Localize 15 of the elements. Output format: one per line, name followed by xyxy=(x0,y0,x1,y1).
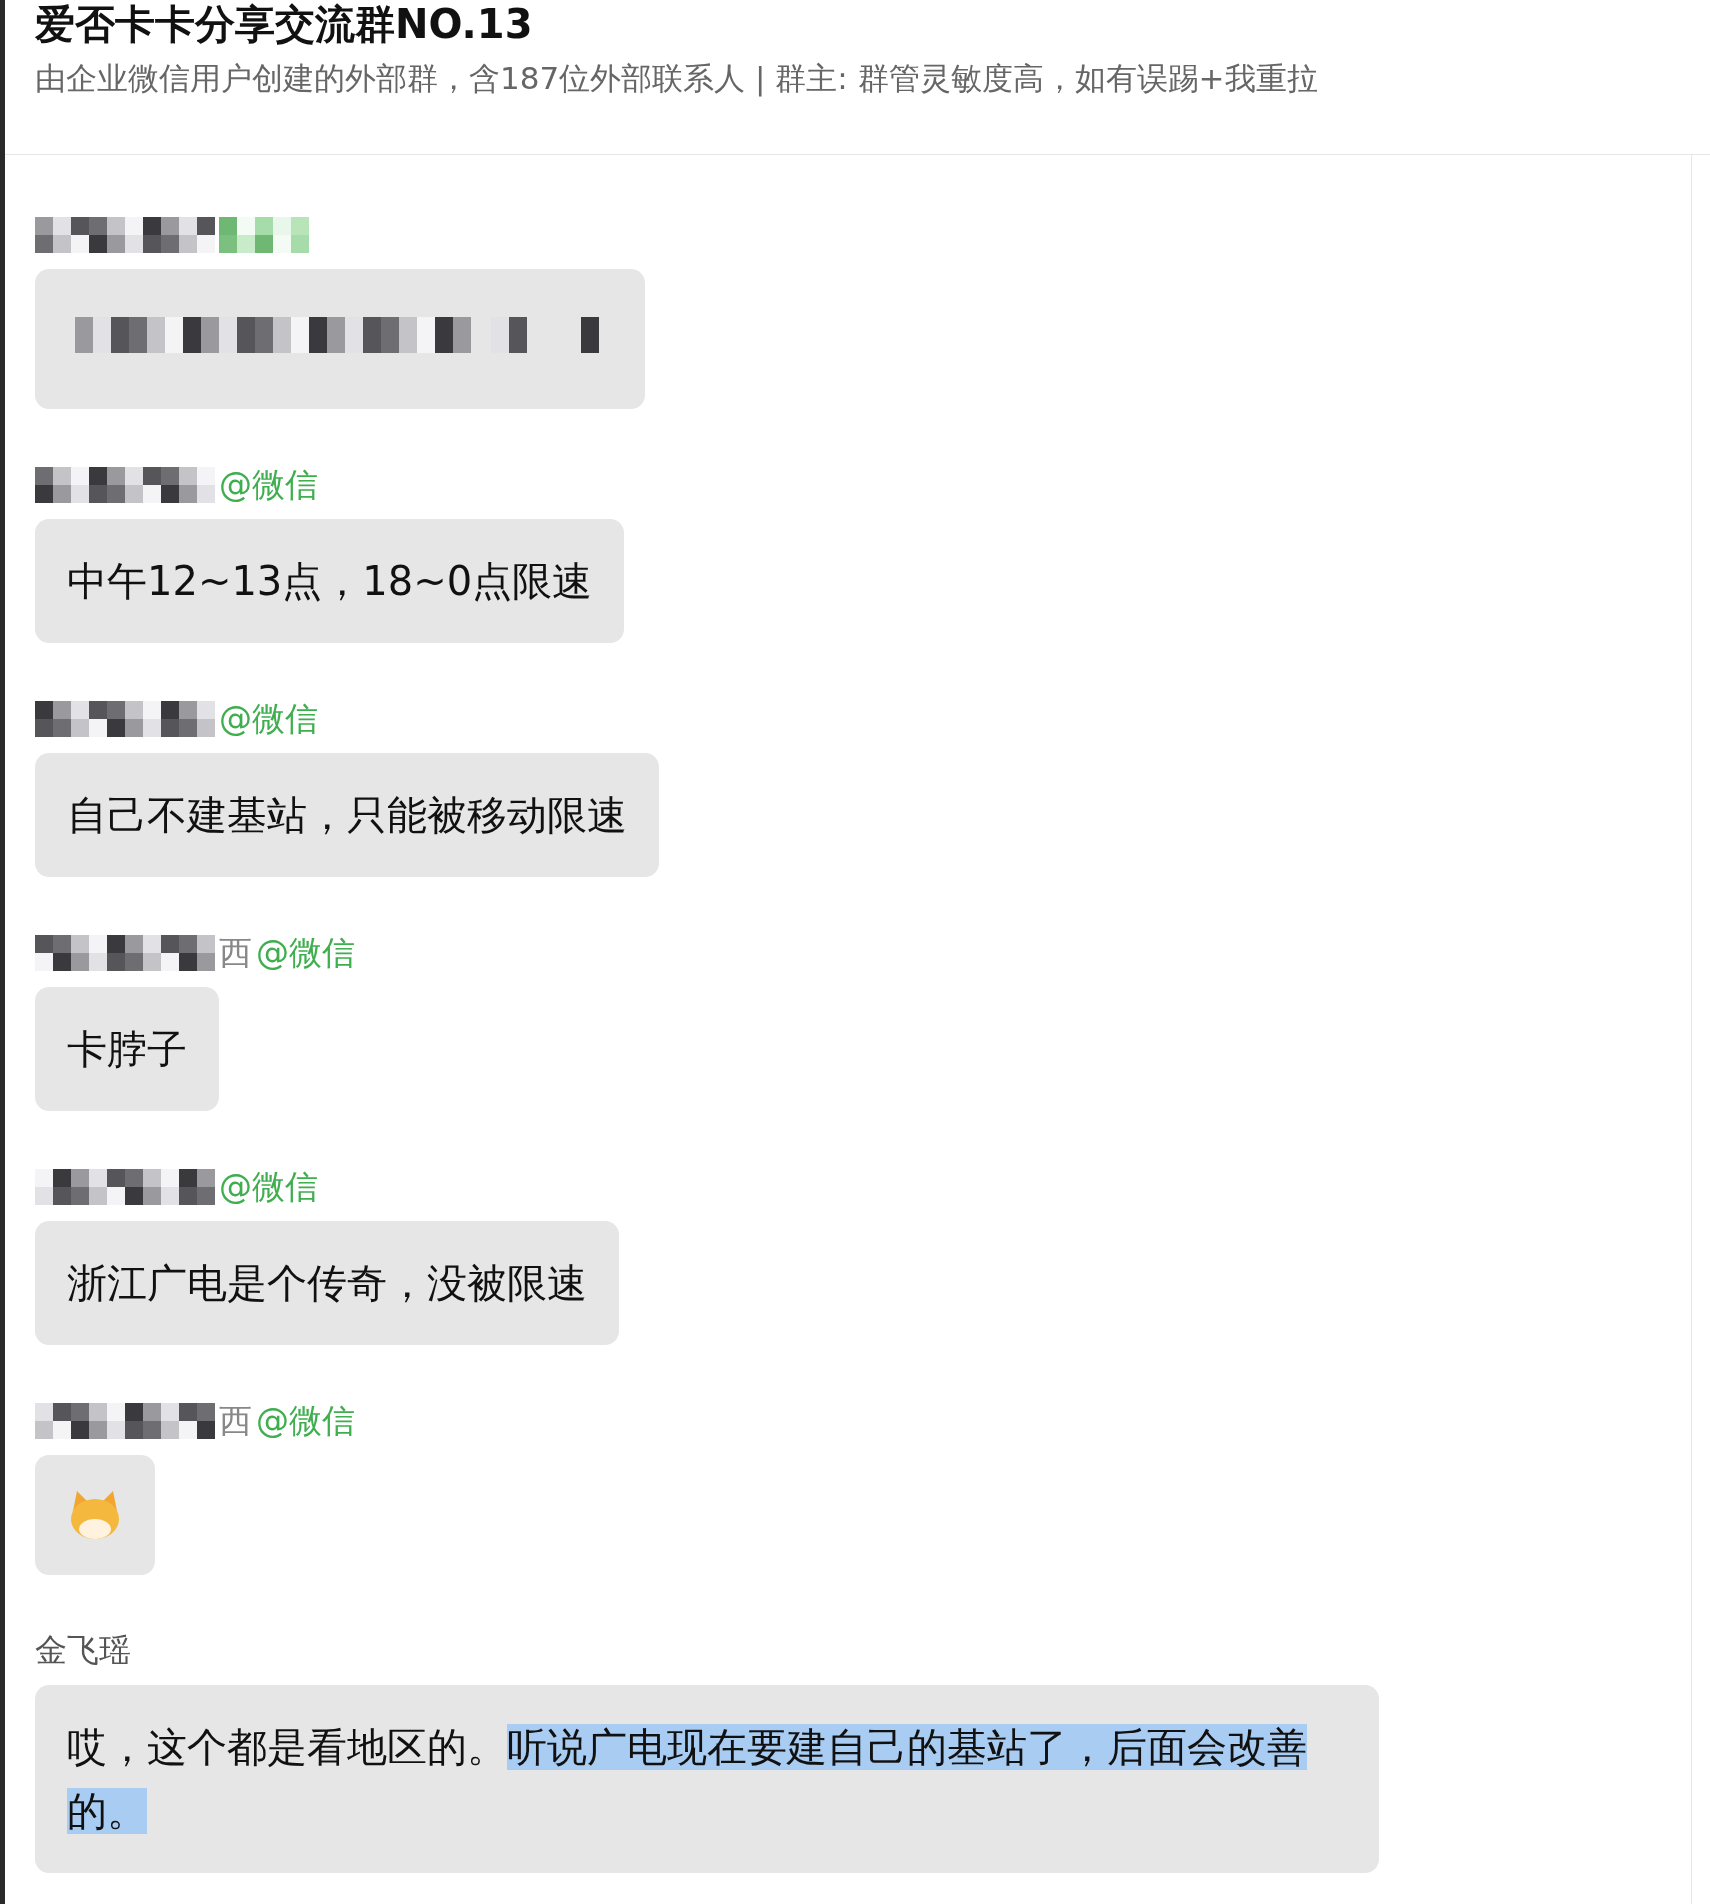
message-bubble: 自己不建基站，只能被移动限速 xyxy=(35,753,659,877)
message-bubble: 哎，这个都是看地区的。听说广电现在要建自己的基站了，后面会改善的。 xyxy=(35,1685,1379,1873)
message-bubble: 中午12~13点，18~0点限速 xyxy=(35,519,625,643)
wechat-tag: @微信 xyxy=(256,930,355,976)
sender-name: 金飞瑶 xyxy=(35,1630,131,1671)
wechat-tag: @微信 xyxy=(219,462,318,508)
wechat-tag: @微信 xyxy=(256,1398,355,1444)
chat-subtitle: 由企业微信用户创建的外部群，含187位外部联系人 | 群主: 群管灵敏度高，如有误踢+我重拉 xyxy=(35,59,1319,99)
chat-title: 爱否卡卡分享交流群NO.13 xyxy=(35,0,534,46)
sender-name: 西 xyxy=(219,1399,252,1442)
sender-name: 西 xyxy=(219,931,252,974)
message-bubble: 浙江广电是个传奇，没被限速 xyxy=(35,1221,619,1345)
message-bubble: 卡脖子 xyxy=(35,987,219,1111)
wechat-tag: @微信 xyxy=(219,696,318,742)
wechat-tag: @微信 xyxy=(219,1164,318,1210)
